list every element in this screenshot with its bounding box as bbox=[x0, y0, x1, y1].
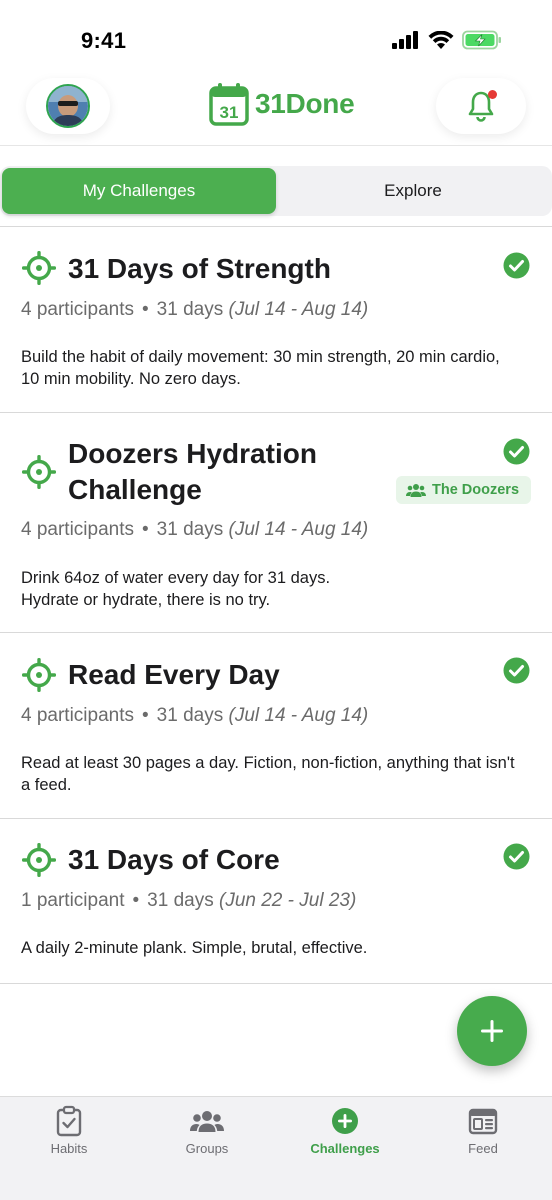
avatar bbox=[46, 84, 90, 128]
tab-label: Groups bbox=[185, 1141, 229, 1156]
app-name: 31Done bbox=[255, 88, 355, 119]
target-icon bbox=[22, 658, 56, 692]
separator: • bbox=[142, 705, 149, 726]
tab-my-challenges[interactable]: My Challenges bbox=[2, 168, 276, 214]
challenge-description: Build the habit of daily movement: 30 mi… bbox=[21, 348, 500, 388]
date-range: (Jul 14 - Aug 14) bbox=[228, 299, 369, 320]
completed-check-icon bbox=[503, 657, 530, 684]
add-challenge-button[interactable] bbox=[457, 996, 527, 1066]
bottom-tab-bar: Habits Groups Challenges Feed bbox=[0, 1096, 552, 1200]
plus-circle-icon bbox=[332, 1108, 358, 1134]
battery-charging-icon bbox=[462, 30, 501, 50]
tab-explore[interactable]: Explore bbox=[276, 168, 550, 214]
tab-label: Feed bbox=[468, 1141, 498, 1156]
participant-count: 4 participants bbox=[21, 299, 135, 320]
date-range: (Jul 14 - Aug 14) bbox=[228, 705, 369, 726]
challenge-meta: 4 participants • 31 days (Jul 14 - Aug 14) bbox=[21, 299, 368, 321]
challenge-title: 31 Days of Core bbox=[68, 844, 280, 875]
completed-check-icon bbox=[503, 843, 530, 870]
separator: • bbox=[142, 299, 149, 320]
duration: 31 days bbox=[147, 890, 214, 911]
challenge-description: Drink 64oz of water every day for 31 day… bbox=[21, 567, 521, 611]
description-line: Drink 64oz of water every day for 31 day… bbox=[21, 569, 331, 587]
challenge-title: Doozers Hydration Challenge bbox=[68, 438, 317, 505]
target-icon bbox=[22, 251, 56, 285]
challenge-description: A daily 2-minute plank. Simple, brutal, … bbox=[21, 939, 368, 957]
clipboard-check-icon bbox=[56, 1105, 82, 1137]
challenge-card[interactable]: Read Every Day 4 participants • 31 days (J… bbox=[0, 633, 552, 819]
tab-challenges[interactable]: Challenges bbox=[290, 1105, 400, 1156]
logo-calendar-number: 31 bbox=[220, 103, 239, 122]
challenge-card[interactable]: Doozers Hydration Challenge 4 participan… bbox=[0, 413, 552, 633]
tab-feed[interactable]: Feed bbox=[428, 1105, 538, 1156]
target-icon bbox=[22, 843, 56, 877]
duration: 31 days bbox=[156, 299, 224, 320]
avatar-photo-icon bbox=[48, 86, 88, 126]
notifications-button[interactable] bbox=[436, 78, 526, 134]
challenge-meta: 4 participants • 31 days (Jul 14 - Aug 14) bbox=[21, 519, 368, 541]
tab-habits[interactable]: Habits bbox=[14, 1105, 124, 1156]
participant-count: 4 participants bbox=[21, 519, 135, 540]
wifi-icon bbox=[428, 30, 454, 49]
completed-check-icon bbox=[503, 252, 530, 279]
challenge-card[interactable]: 31 Days of Strength 4 participants • 31 da… bbox=[0, 227, 552, 413]
challenge-tabs: My Challenges Explore bbox=[0, 166, 552, 216]
people-icon bbox=[190, 1111, 224, 1132]
newspaper-icon bbox=[468, 1108, 498, 1135]
app-logo: 31 31Done bbox=[209, 82, 355, 126]
target-icon bbox=[22, 455, 56, 489]
separator: • bbox=[142, 519, 149, 540]
tab-label: Habits bbox=[50, 1141, 88, 1156]
challenge-meta: 4 participants • 31 days (Jul 14 - Aug 14) bbox=[21, 705, 368, 727]
tab-groups[interactable]: Groups bbox=[152, 1105, 262, 1156]
date-range: (Jul 14 - Aug 14) bbox=[228, 519, 369, 540]
status-bar: 9:41 bbox=[0, 0, 552, 80]
notification-badge bbox=[488, 90, 497, 99]
app-header: 31 31Done bbox=[0, 76, 552, 146]
challenges-screen: 9:41 31 31Done My Challenges Explore 31 … bbox=[0, 0, 552, 1200]
group-name: The Doozers bbox=[432, 482, 520, 498]
tab-label: Challenges bbox=[310, 1141, 380, 1156]
challenge-meta: 1 participant • 31 days (Jun 22 - Jul 23) bbox=[21, 890, 356, 912]
duration: 31 days bbox=[156, 705, 224, 726]
group-people-icon bbox=[406, 484, 426, 497]
description-line: Hydrate or hydrate, there is no try. bbox=[21, 591, 271, 609]
participant-count: 1 participant bbox=[21, 890, 125, 911]
participant-count: 4 participants bbox=[21, 705, 135, 726]
challenge-title: 31 Days of Strength bbox=[68, 253, 331, 284]
cellular-signal-icon bbox=[392, 31, 418, 49]
duration: 31 days bbox=[156, 519, 224, 540]
calendar-logo-icon: 31 bbox=[209, 83, 249, 126]
separator: • bbox=[132, 890, 140, 911]
challenge-title: Read Every Day bbox=[68, 659, 280, 690]
plus-icon bbox=[481, 1020, 503, 1042]
challenge-card[interactable]: 31 Days of Core 1 participant • 31 days (J… bbox=[0, 819, 552, 984]
date-range: (Jun 22 - Jul 23) bbox=[219, 890, 357, 911]
status-time: 9:41 bbox=[81, 28, 127, 53]
challenge-description: Read at least 30 pages a day. Fiction, n… bbox=[21, 754, 515, 794]
status-icons bbox=[392, 30, 502, 50]
profile-button[interactable] bbox=[26, 78, 110, 134]
group-badge[interactable]: The Doozers bbox=[396, 476, 532, 504]
completed-check-icon bbox=[503, 438, 530, 465]
